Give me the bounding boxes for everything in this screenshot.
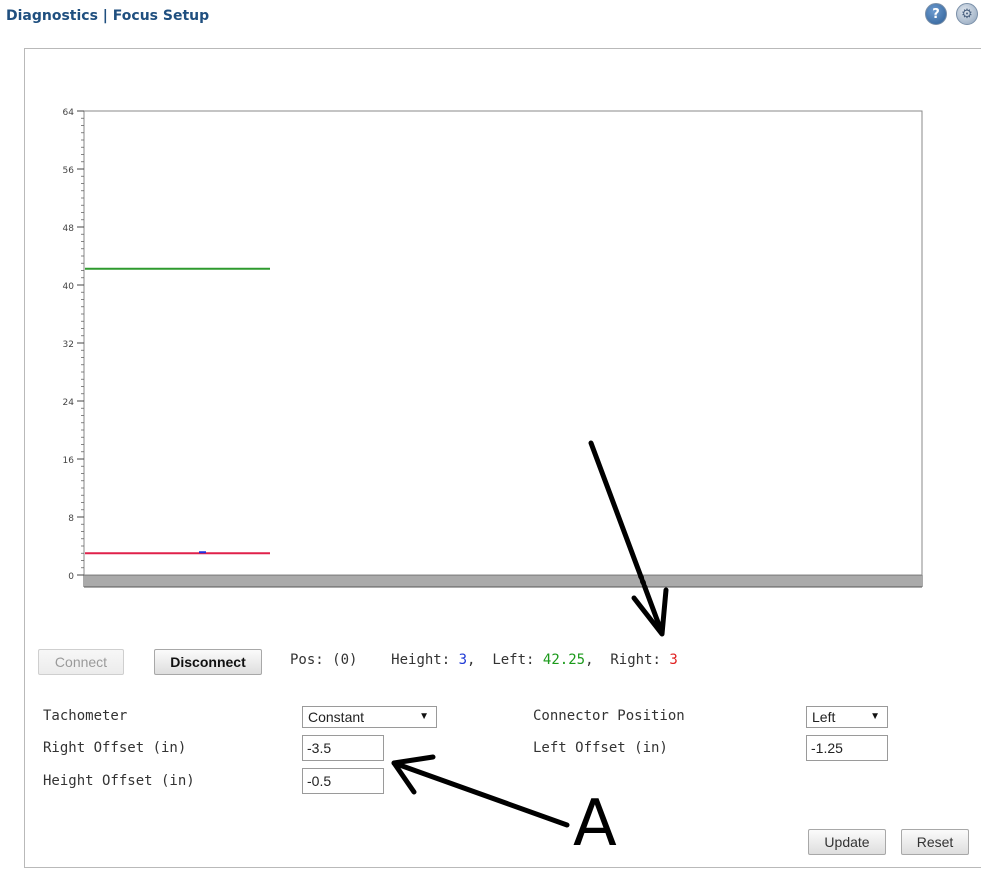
arrow-to-offset-fields xyxy=(391,760,570,828)
y-tick-label: 56 xyxy=(63,166,75,176)
reset-button[interactable]: Reset xyxy=(901,829,969,855)
status-readout: Pos: (0) Height: 3, Left: 42.25, Right: … xyxy=(290,652,678,668)
y-tick-label: 8 xyxy=(68,514,74,524)
height-offset-label: Height Offset (in) xyxy=(43,773,195,789)
height-offset-input[interactable] xyxy=(302,768,384,794)
left-label: Left: xyxy=(492,652,543,668)
right-offset-label: Right Offset (in) xyxy=(43,740,187,756)
chart-axes: 0 8 16 24 32 40 48 56 64 xyxy=(63,108,923,588)
y-tick-label: 48 xyxy=(63,224,75,234)
separator: , xyxy=(467,652,493,668)
y-tick-label: 64 xyxy=(63,108,75,118)
y-tick-label: 40 xyxy=(63,282,75,292)
left-value: 42.25 xyxy=(542,652,586,668)
dropdown-caret-icon: ▼ xyxy=(419,711,429,722)
dropdown-caret-icon: ▼ xyxy=(870,711,880,722)
connect-button[interactable]: Connect xyxy=(38,649,124,675)
right-value: 3 xyxy=(669,652,678,668)
height-value: 3 xyxy=(458,652,468,668)
y-tick-label: 32 xyxy=(63,340,74,350)
left-offset-input[interactable] xyxy=(806,735,888,761)
connector-position-value: Left xyxy=(812,709,836,725)
update-button[interactable]: Update xyxy=(808,829,886,855)
y-tick-label: 24 xyxy=(63,398,75,408)
separator: , xyxy=(585,652,611,668)
plot-area xyxy=(83,110,923,576)
annotation-letter-a: A xyxy=(573,787,617,861)
disconnect-button[interactable]: Disconnect xyxy=(154,649,262,675)
y-tick-label: 16 xyxy=(63,456,75,466)
pos-text: Pos: (0) xyxy=(290,652,358,668)
y-tick-label: 0 xyxy=(68,572,74,582)
right-offset-input[interactable] xyxy=(302,735,384,761)
height-label: Height: xyxy=(391,652,459,668)
tachometer-value: Constant xyxy=(308,709,365,725)
tachometer-label: Tachometer xyxy=(43,708,128,724)
connector-position-select[interactable]: Left ▼ xyxy=(806,706,888,728)
right-label: Right: xyxy=(610,652,670,668)
tachometer-select[interactable]: Constant ▼ xyxy=(302,706,437,728)
connector-position-label: Connector Position xyxy=(533,708,685,724)
left-offset-label: Left Offset (in) xyxy=(533,740,668,756)
